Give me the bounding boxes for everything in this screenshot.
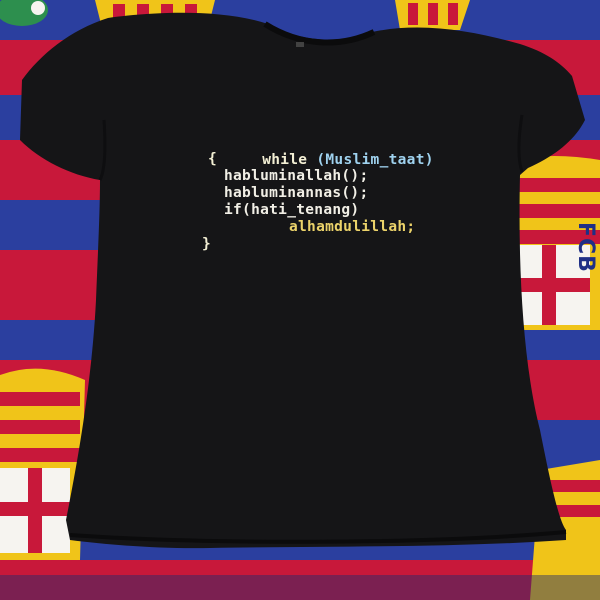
- code-if-statement: if(hati_tenang): [224, 202, 360, 218]
- black-tshirt: [20, 12, 585, 549]
- code-line-alhamdulillah: alhamdulillah;: [289, 219, 416, 235]
- code-while-condition: (Muslim_taat): [316, 151, 434, 168]
- code-while-keyword: while: [262, 151, 308, 168]
- photo-scene: FCB while (Muslim_taat) { habluminallah(…: [0, 0, 600, 600]
- code-line-habluminannas: habluminannas();: [224, 185, 369, 201]
- shirt-code-print: while (Muslim_taat) { habluminallah(); h…: [196, 134, 456, 254]
- code-line-habluminallah: habluminallah();: [224, 168, 369, 184]
- code-open-brace: {: [208, 151, 218, 167]
- code-close-brace: }: [202, 236, 212, 252]
